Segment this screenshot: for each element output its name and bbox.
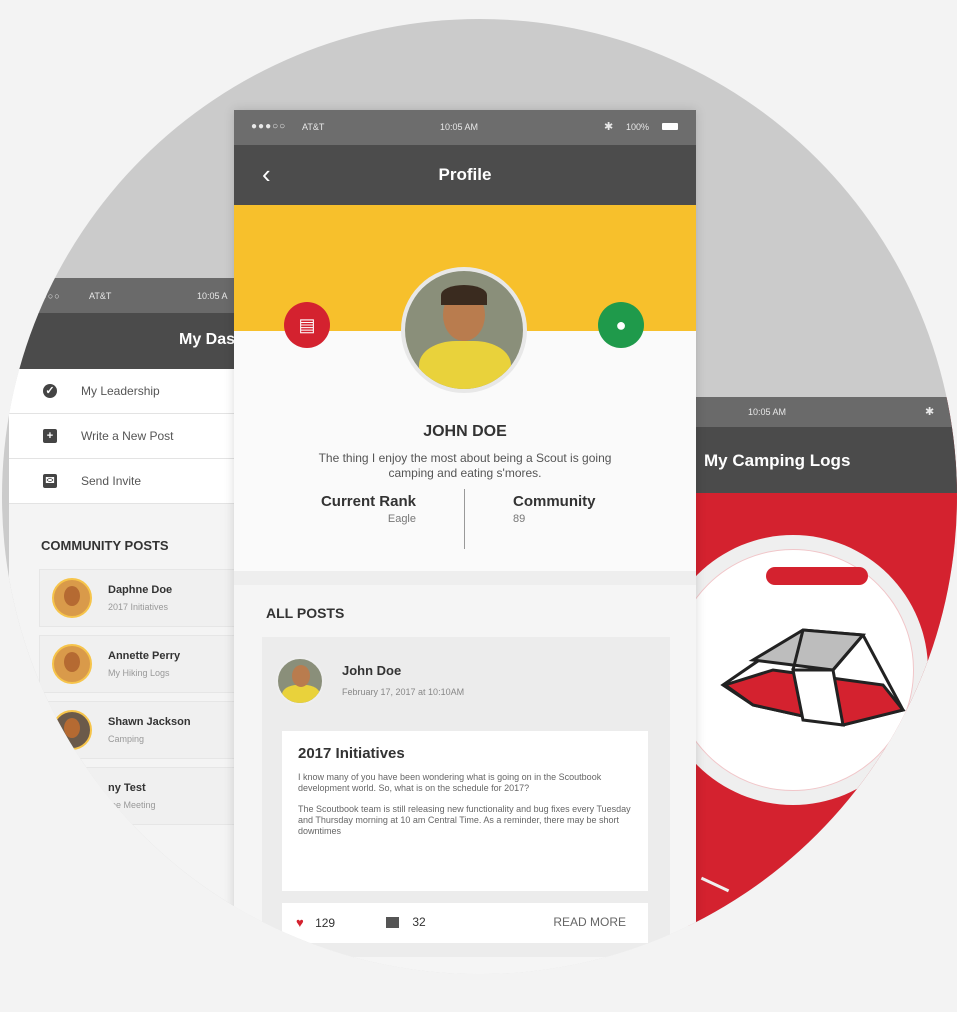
page-title: My Camping Logs [704, 451, 851, 470]
signal-icon: ●●○○ [35, 291, 61, 301]
post-author: John Doe [342, 663, 402, 678]
dashboard-menu: ✓ My Leadership + Write a New Post ✉ Sen… [9, 369, 249, 504]
list-item[interactable]: Daphne Doe 2017 Initiatives [39, 569, 249, 627]
battery-percent: 100% [626, 122, 650, 132]
section-title: ALL POSTS [266, 605, 345, 621]
bluetooth-icon: ✱ [925, 406, 935, 418]
avatar [52, 710, 92, 750]
post-paragraph: I know many of you have been wondering w… [298, 772, 602, 793]
list-item[interactable]: Shawn Jackson Camping [39, 701, 249, 759]
read-more-link[interactable]: READ MORE [553, 915, 626, 929]
stat-divider [464, 489, 465, 549]
avatar [52, 578, 92, 618]
menu-item-send-invite[interactable]: ✉ Send Invite [9, 459, 248, 504]
profile-bio: The thing I enjoy the most about being a… [318, 451, 612, 480]
profile-avatar [401, 267, 527, 393]
nav-bar: ‹ Profile [234, 145, 696, 205]
profile-name: JOHN DOE [423, 423, 507, 440]
post-topic: Camping [108, 734, 145, 744]
section-divider [234, 571, 696, 585]
nav-bar: My Camping Logs [688, 427, 957, 493]
post-paragraph: The Scoutbook team is still releasing ne… [298, 804, 631, 836]
page-title: Profile [438, 165, 492, 184]
section-title: COMMUNITY POSTS [41, 538, 169, 553]
tent-icon [720, 628, 906, 727]
stat-value: Eagle [387, 513, 416, 525]
envelope-icon: ✉ [43, 474, 57, 488]
comment-count: 32 [412, 915, 426, 929]
menu-item-write-post[interactable]: + Write a New Post [9, 414, 248, 459]
status-time: 10:05 AM [440, 122, 479, 132]
like-count: 129 [315, 916, 336, 930]
post-author: Shawn Jackson [108, 716, 191, 728]
plus-square-icon: + [43, 429, 57, 443]
post-actions-bar: ♥ 129 32 READ MORE [282, 903, 648, 943]
bluetooth-icon: ✱ [604, 121, 614, 133]
carrier-label: AT&T [302, 122, 325, 132]
chat-bubble-icon: ▤ [298, 315, 316, 335]
post-author: Daphne Doe [108, 584, 173, 596]
progress-arc [766, 567, 868, 585]
stat-label: Current Rank [320, 493, 416, 510]
menu-item-my-leadership[interactable]: ✓ My Leadership [9, 369, 248, 414]
status-bar: ●●○○ AT&T 10:05 A [9, 278, 249, 313]
post-content: 2017 Initiatives I know many of you have… [282, 731, 648, 891]
heart-icon: ♥ [296, 915, 304, 930]
decorative-dash [700, 876, 730, 893]
carrier-label: AT&T [89, 291, 112, 301]
post-card[interactable]: John Doe February 17, 2017 at 10:10AM 20… [262, 637, 670, 957]
battery-icon [662, 123, 678, 130]
post-topic: ree Meeting [108, 800, 156, 810]
dial-face [688, 549, 914, 791]
status-time: 10:05 A [197, 291, 228, 301]
menu-item-label: Write a New Post [81, 429, 174, 443]
like-button[interactable]: ♥ 129 [296, 915, 335, 930]
avatar [276, 657, 324, 705]
post-author: Annette Perry [108, 650, 181, 662]
menu-item-label: Send Invite [81, 474, 142, 488]
list-item[interactable]: Annette Perry My Hiking Logs [39, 635, 249, 693]
post-topic: My Hiking Logs [108, 668, 170, 678]
profile-screen: ●●●○○ AT&T 10:05 AM ✱ 100% ‹ Profile ▤ ●… [234, 110, 696, 974]
community-stat: Community 89 [513, 493, 623, 525]
background-circle: ●●○○ AT&T 10:05 A My Dash ✓ My Leadershi… [2, 19, 957, 974]
menu-item-label: My Leadership [81, 384, 160, 398]
current-rank-stat: Current Rank Eagle [306, 493, 416, 525]
dashboard-screen: ●●○○ AT&T 10:05 A My Dash ✓ My Leadershi… [9, 278, 249, 974]
status-bar: ●●●○○ AT&T 10:05 AM ✱ 100% [234, 110, 696, 145]
user-icon: ● [615, 315, 627, 335]
list-item[interactable]: ny Test ree Meeting [39, 767, 249, 825]
post-title: 2017 Initiatives [298, 745, 405, 762]
camping-logs-screen: 10:05 AM ✱ My Camping Logs [688, 397, 957, 974]
message-button[interactable]: ▤ [284, 302, 330, 348]
status-time: 10:05 AM [748, 407, 787, 417]
all-posts-section: ALL POSTS John Doe February 17, 2017 at … [234, 585, 696, 974]
follow-user-button[interactable]: ● [598, 302, 644, 348]
avatar [52, 644, 92, 684]
status-bar: 10:05 AM ✱ [688, 397, 957, 427]
stat-label: Community [513, 493, 596, 510]
shield-check-icon: ✓ [43, 384, 57, 398]
post-topic: 2017 Initiatives [108, 602, 169, 612]
signal-icon: ●●●○○ [251, 121, 287, 132]
nav-bar: My Dash [9, 313, 249, 369]
community-post-list: Daphne Doe 2017 Initiatives Annette Perr… [39, 569, 249, 825]
post-date: February 17, 2017 at 10:10AM [342, 687, 465, 697]
comment-button[interactable]: 32 [386, 915, 426, 929]
comment-icon [386, 917, 399, 929]
stat-value: 89 [513, 513, 526, 525]
post-author: ny Test [108, 782, 146, 794]
